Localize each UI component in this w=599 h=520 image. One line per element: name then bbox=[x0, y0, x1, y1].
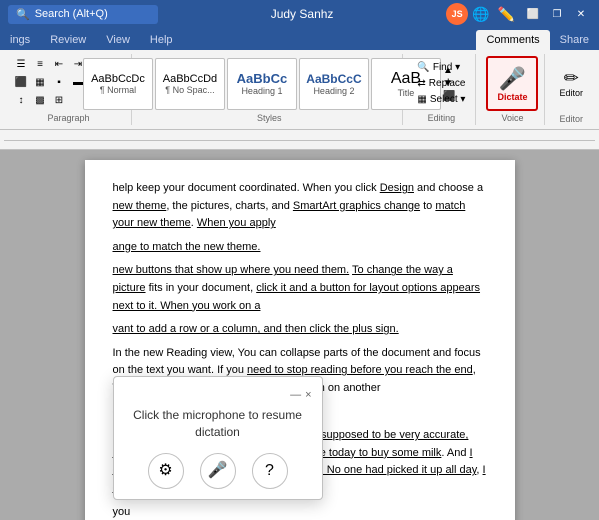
line-spacing-icon[interactable]: ↕ bbox=[12, 92, 30, 108]
minimize-btn[interactable]: ⬜ bbox=[523, 4, 543, 24]
styles-label: Styles bbox=[257, 113, 282, 123]
style-h1-name: Heading 1 bbox=[241, 86, 282, 96]
editor-section: ✏ Editor Editor bbox=[549, 54, 593, 125]
paragraph-label: Paragraph bbox=[47, 113, 89, 123]
popup-help-btn[interactable]: ? bbox=[252, 453, 288, 489]
style-heading1[interactable]: AaBbCc Heading 1 bbox=[227, 58, 297, 110]
style-h1-preview: AaBbCc bbox=[237, 71, 288, 86]
border-icon[interactable]: ⊞ bbox=[50, 92, 68, 108]
popup-message: Click the microphone to resume dictation bbox=[124, 407, 312, 441]
voice-section: 🎤 Dictate Voice bbox=[480, 54, 545, 125]
select-icon: ▦ bbox=[417, 94, 426, 105]
replace-icon: ⇄ bbox=[417, 78, 425, 89]
tab-share[interactable]: Share bbox=[550, 30, 599, 50]
style-heading2[interactable]: AaBbCcC Heading 2 bbox=[299, 58, 369, 110]
style-nospace-name: ¶ No Spac... bbox=[165, 85, 214, 95]
para-3: new buttons that show up where you need … bbox=[113, 262, 487, 315]
help-icon: ? bbox=[265, 459, 274, 483]
popup-mic-btn[interactable]: 🎤 bbox=[200, 453, 236, 489]
tab-review[interactable]: Review bbox=[40, 30, 96, 50]
editing-section: 🔍 Find ▾ ⇄ Replace ▦ Select ▾ Editing bbox=[407, 54, 476, 125]
tab-comments[interactable]: Comments bbox=[476, 30, 549, 50]
popup-settings-btn[interactable]: ⚙ bbox=[148, 453, 184, 489]
list-bullet-icon[interactable]: ☰ bbox=[12, 56, 30, 72]
list-number-icon[interactable]: ≡ bbox=[31, 56, 49, 72]
tab-ings[interactable]: ings bbox=[0, 30, 40, 50]
document-page: help keep your document coordinated. Whe… bbox=[85, 160, 515, 520]
popup-controls: ⚙ 🎤 ? bbox=[124, 453, 312, 489]
style-h2-name: Heading 2 bbox=[313, 86, 354, 96]
styles-row: AaBbCcDc ¶ Normal AaBbCcDd ¶ No Spac... … bbox=[83, 56, 455, 111]
dictate-label: Dictate bbox=[497, 92, 527, 102]
shading-icon[interactable]: ▩ bbox=[31, 92, 49, 108]
dictate-button[interactable]: 🎤 Dictate bbox=[486, 56, 538, 111]
replace-button[interactable]: ⇄ Replace bbox=[413, 76, 469, 91]
ribbon-content: ☰ ≡ ⇤ ⇥ ↕ ¶ ⬛ ▦ ▪ ▬ ↕ ▩ ⊞ bbox=[0, 50, 599, 130]
ruler bbox=[0, 130, 599, 150]
editor-label: Editor bbox=[559, 114, 583, 124]
style-h2-preview: AaBbCcC bbox=[306, 72, 361, 86]
search-box[interactable]: 🔍 Search (Alt+Q) bbox=[8, 5, 158, 24]
restore-btn[interactable]: ❐ bbox=[547, 4, 567, 24]
style-nospace-preview: AaBbCcDd bbox=[163, 73, 217, 85]
editor-button[interactable]: ✏ Editor bbox=[555, 56, 587, 112]
style-normal[interactable]: AaBbCcDc ¶ Normal bbox=[83, 58, 153, 110]
globe-icon: 🌐 bbox=[472, 6, 489, 23]
outdent-icon[interactable]: ⇤ bbox=[50, 56, 68, 72]
style-nospace[interactable]: AaBbCcDd ¶ No Spac... bbox=[155, 58, 225, 110]
para-4: vant to add a row or a column, and then … bbox=[113, 321, 487, 339]
tab-view[interactable]: View bbox=[96, 30, 140, 50]
popup-header: — × bbox=[124, 387, 312, 404]
align-left-icon[interactable]: ⬛ bbox=[12, 74, 30, 90]
para-2: ange to match the new theme. bbox=[113, 239, 487, 257]
style-normal-name: ¶ Normal bbox=[100, 85, 136, 95]
app-title: Judy Sanhz bbox=[158, 7, 446, 21]
dictation-popup: — × Click the microphone to resume dicta… bbox=[113, 376, 323, 500]
mic-icon: 🎤 bbox=[499, 66, 526, 92]
close-btn[interactable]: ✕ bbox=[571, 4, 591, 24]
document-area: help keep your document coordinated. Whe… bbox=[0, 150, 599, 520]
style-normal-preview: AaBbCcDc bbox=[91, 73, 145, 85]
settings-icon: ⚙ bbox=[158, 459, 172, 483]
para-8: youtoday. bbox=[113, 504, 487, 520]
avatar: JS bbox=[446, 3, 468, 25]
ribbon-tabs: ings Review View Help Comments Share bbox=[0, 28, 599, 50]
search-icon: 🔍 bbox=[16, 8, 30, 21]
popup-close-btn[interactable]: × bbox=[305, 387, 311, 404]
voice-label: Voice bbox=[501, 113, 523, 123]
editor-icon: ✏ bbox=[564, 69, 579, 87]
search-placeholder: Search (Alt+Q) bbox=[35, 8, 108, 20]
para-1: help keep your document coordinated. Whe… bbox=[113, 180, 487, 233]
align-right-icon[interactable]: ▪ bbox=[50, 74, 68, 90]
title-bar: 🔍 Search (Alt+Q) Judy Sanhz JS 🌐 ✏️ ⬜ ❐ … bbox=[0, 0, 599, 28]
popup-mic-icon: 🎤 bbox=[208, 459, 228, 483]
select-button[interactable]: ▦ Select ▾ bbox=[413, 92, 469, 107]
editing-label: Editing bbox=[428, 113, 456, 123]
find-icon: 🔍 bbox=[417, 62, 429, 73]
window-controls: 🌐 ✏️ ⬜ ❐ ✕ bbox=[472, 4, 591, 24]
user-name: Judy Sanhz bbox=[271, 7, 334, 21]
align-center-icon[interactable]: ▦ bbox=[31, 74, 49, 90]
find-button[interactable]: 🔍 Find ▾ bbox=[413, 60, 469, 75]
pen-icon: ✏️ bbox=[498, 6, 515, 23]
popup-minimize-btn[interactable]: — bbox=[290, 387, 301, 404]
styles-section: AaBbCcDc ¶ Normal AaBbCcDd ¶ No Spac... … bbox=[136, 54, 403, 125]
tab-help[interactable]: Help bbox=[140, 30, 183, 50]
